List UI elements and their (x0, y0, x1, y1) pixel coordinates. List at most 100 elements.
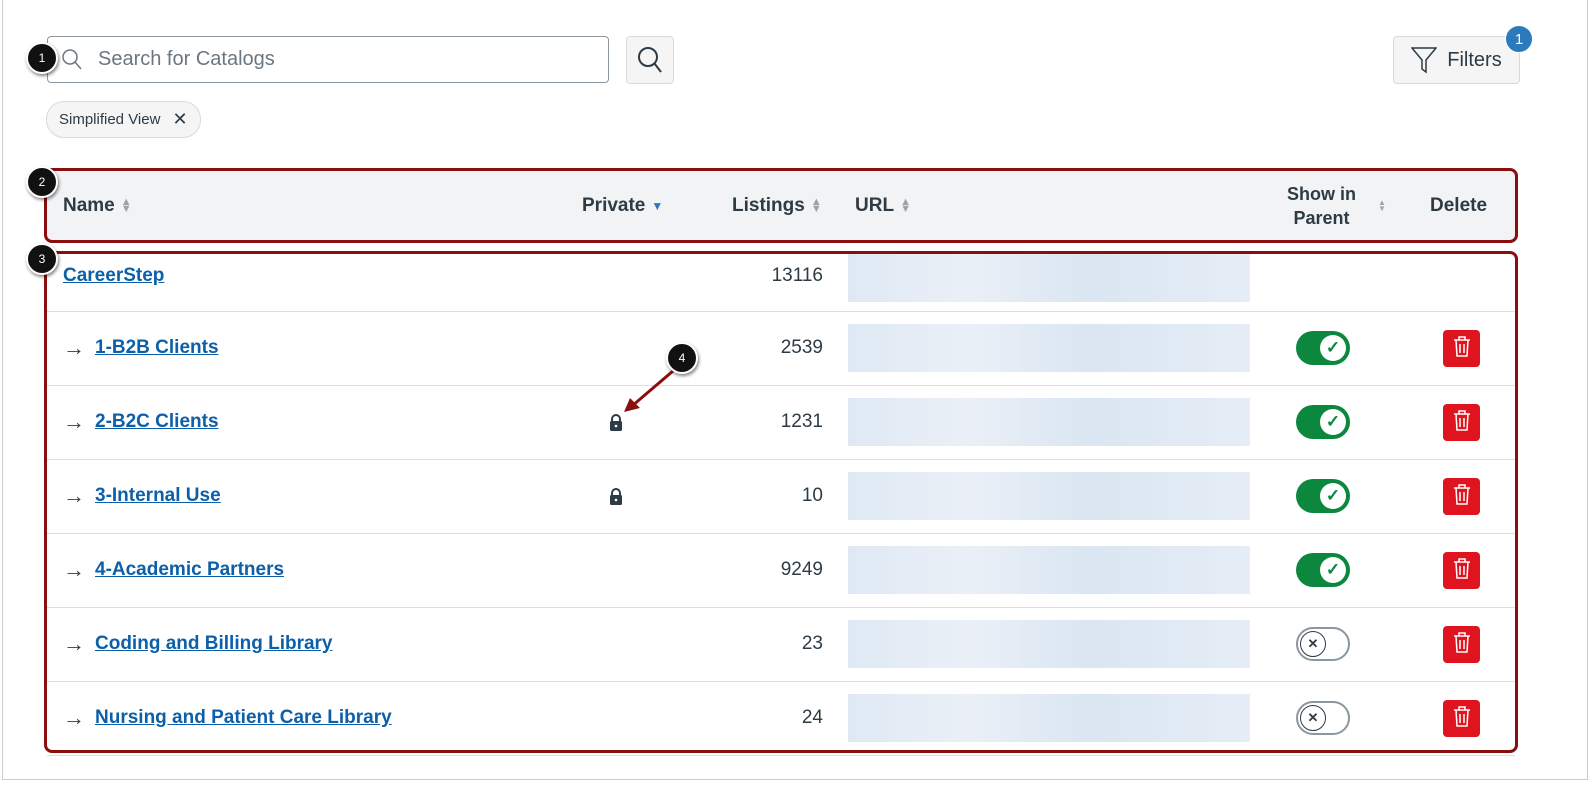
search-icon (62, 48, 82, 69)
show-in-parent-toggle[interactable]: ✕ (1296, 627, 1350, 661)
table-row: → 1-B2B Clients 2539 ✓ (47, 311, 1515, 386)
listings-cell: 10 (801, 485, 823, 506)
header-label: Private (582, 194, 646, 216)
show-in-parent-toggle[interactable]: ✓ (1296, 553, 1350, 587)
table-row: → Coding and Billing Library 23 ✕ (47, 607, 1515, 682)
filter-icon (1411, 47, 1438, 74)
header-label-line1: Show in (1287, 183, 1356, 204)
name-cell: → 1-B2B Clients (63, 311, 219, 385)
catalog-link[interactable]: CareerStep (63, 265, 164, 287)
header-label: Name (63, 194, 115, 216)
trash-icon (1452, 631, 1472, 658)
trash-icon (1452, 705, 1472, 732)
name-cell: → 3-Internal Use (63, 459, 221, 533)
delete-button[interactable] (1443, 625, 1480, 663)
column-private[interactable]: Private ▼ (582, 170, 663, 241)
column-url[interactable]: URL ▲ ▼ (855, 170, 911, 241)
catalog-link[interactable]: 4-Academic Partners (95, 559, 284, 581)
column-name[interactable]: Name ▲ ▼ (63, 170, 132, 241)
filters-button[interactable]: Filters (1393, 36, 1520, 84)
x-icon: ✕ (1300, 705, 1326, 731)
listings-cell: 2539 (780, 337, 823, 358)
header-label: Delete (1430, 194, 1488, 216)
lock-icon (609, 459, 623, 533)
check-icon: ✓ (1320, 335, 1346, 361)
chip-label: Simplified View (59, 111, 161, 128)
child-arrow-icon: → (63, 705, 85, 730)
catalog-link[interactable]: 2-B2C Clients (95, 411, 219, 433)
sort-icon: ▲ ▼ (900, 195, 911, 215)
url-redacted (848, 546, 1250, 594)
check-icon: ✓ (1320, 557, 1346, 583)
callout-1: 1 (26, 42, 58, 74)
callout-4: 4 (666, 342, 698, 374)
search-button[interactable] (626, 36, 674, 84)
url-redacted (848, 472, 1250, 520)
url-redacted (848, 694, 1250, 742)
url-redacted (848, 324, 1250, 372)
filters-label: Filters (1447, 48, 1502, 71)
url-redacted (848, 398, 1250, 446)
catalog-link[interactable]: Coding and Billing Library (95, 633, 333, 655)
listings-cell: 13116 (771, 265, 823, 286)
trash-icon (1452, 557, 1472, 584)
close-icon[interactable]: ✕ (172, 109, 187, 130)
column-show-in-parent[interactable]: Show in Parent ▲ ▼ (1287, 170, 1386, 241)
show-in-parent-toggle[interactable]: ✓ (1296, 405, 1350, 439)
child-arrow-icon: → (63, 483, 85, 508)
trash-icon (1452, 335, 1472, 362)
trash-icon (1452, 483, 1472, 510)
delete-button[interactable] (1443, 477, 1480, 515)
search-input[interactable] (96, 47, 580, 72)
callout-3: 3 (26, 243, 58, 275)
filters-count-badge: 1 (1505, 25, 1533, 53)
table-header: Name ▲ ▼ Private ▼ Listings ▲ ▼ URL ▲ ▼ Show in… (47, 170, 1515, 241)
sort-desc-icon: ▼ (651, 198, 664, 213)
show-in-parent-toggle[interactable]: ✓ (1296, 479, 1350, 513)
table-row: → Nursing and Patient Care Library 24 ✕ (47, 681, 1515, 756)
callout-2: 2 (26, 166, 58, 198)
name-cell: → Nursing and Patient Care Library (63, 681, 392, 755)
child-arrow-icon: → (63, 631, 85, 656)
simplified-view-chip[interactable]: Simplified View ✕ (46, 101, 201, 138)
catalog-link[interactable]: 1-B2B Clients (95, 337, 219, 359)
listings-cell: 9249 (780, 559, 823, 580)
delete-button[interactable] (1443, 551, 1480, 589)
name-cell: → Coding and Billing Library (63, 607, 333, 681)
name-cell: → 4-Academic Partners (63, 533, 284, 607)
delete-button[interactable] (1443, 699, 1480, 737)
name-cell: CareerStep (63, 241, 164, 311)
header-label: Show in Parent (1287, 182, 1356, 230)
catalog-link[interactable]: Nursing and Patient Care Library (95, 707, 392, 729)
check-icon: ✓ (1320, 483, 1346, 509)
trash-icon (1452, 409, 1472, 436)
search-field[interactable] (47, 36, 609, 83)
name-cell: → 2-B2C Clients (63, 385, 219, 459)
check-icon: ✓ (1320, 409, 1346, 435)
url-redacted (848, 620, 1250, 668)
delete-button[interactable] (1443, 329, 1480, 367)
show-in-parent-toggle[interactable]: ✕ (1296, 701, 1350, 735)
catalog-link[interactable]: 3-Internal Use (95, 485, 221, 507)
table-row: → 3-Internal Use 10 ✓ (47, 459, 1515, 534)
delete-button[interactable] (1443, 403, 1480, 441)
column-delete: Delete (1430, 170, 1487, 241)
child-arrow-icon: → (63, 335, 85, 360)
header-label: URL (855, 194, 895, 216)
x-icon: ✕ (1300, 631, 1326, 657)
listings-cell: 24 (801, 707, 823, 728)
table-row: CareerStep 13116 (47, 241, 1515, 312)
column-listings[interactable]: Listings ▲ ▼ (732, 170, 822, 241)
child-arrow-icon: → (63, 557, 85, 582)
sort-icon: ▲ ▼ (1378, 197, 1386, 213)
table-row: → 4-Academic Partners 9249 ✓ (47, 533, 1515, 608)
sort-icon: ▲ ▼ (120, 195, 132, 215)
header-label-line2: Parent (1293, 207, 1350, 228)
show-in-parent-toggle[interactable]: ✓ (1296, 331, 1350, 365)
table-row: → 2-B2C Clients 1231 ✓ (47, 385, 1515, 460)
listings-cell: 1231 (780, 411, 823, 432)
search-icon (638, 47, 662, 73)
url-redacted (848, 254, 1250, 302)
header-label: Listings (732, 194, 805, 216)
sort-icon: ▲ ▼ (810, 195, 822, 215)
